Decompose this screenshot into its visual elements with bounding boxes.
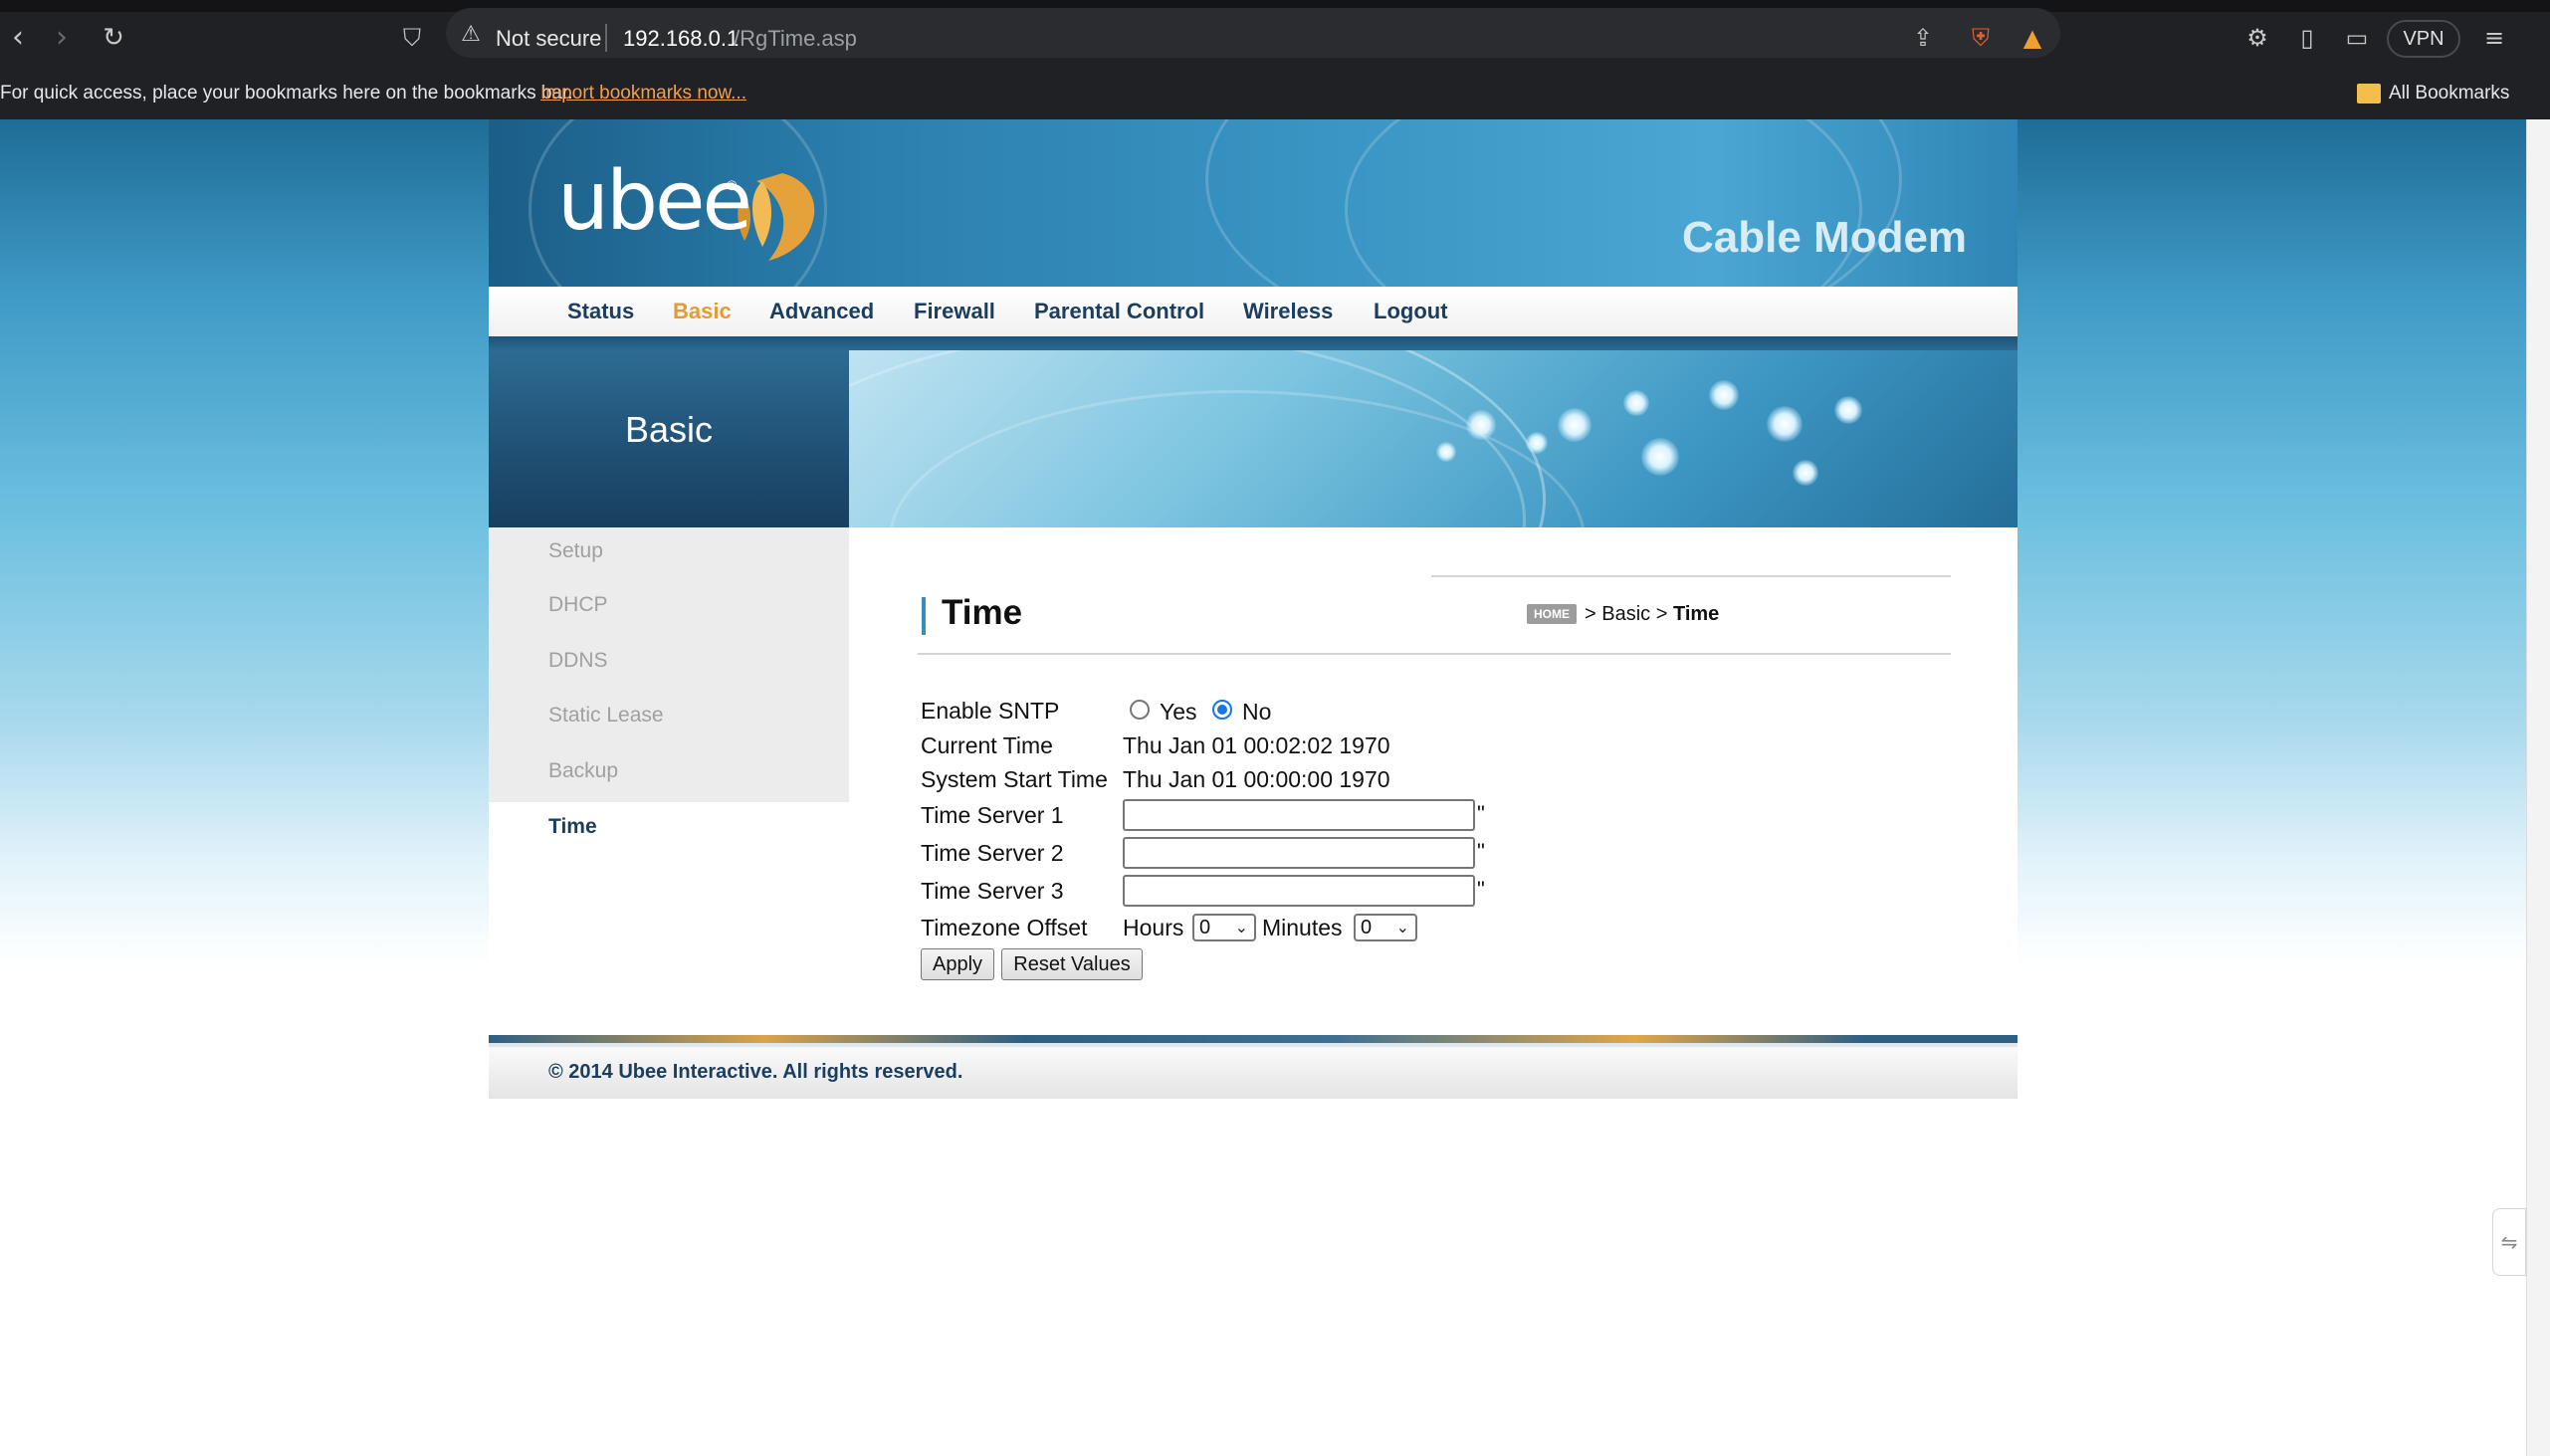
chevron-down-icon: ⌄	[1395, 918, 1409, 936]
sidebar-item-static-lease[interactable]: Static Lease	[548, 701, 664, 730]
back-icon[interactable]: ‹	[0, 20, 36, 56]
footer-stripe	[489, 1035, 2018, 1043]
sidebar-item-time[interactable]: Time	[548, 812, 597, 842]
time-server-2-mark: "	[1477, 839, 1485, 864]
time-server-3-input[interactable]	[1123, 875, 1475, 907]
side-panel-handle-icon[interactable]: ⇋	[2492, 1208, 2526, 1276]
minutes-select-value: 0	[1361, 917, 1373, 938]
nav-parental-control[interactable]: Parental Control	[1034, 297, 1204, 326]
breadcrumb: > Basic > Time	[1585, 600, 1719, 628]
rewards-icon[interactable]: ▲	[2015, 20, 2050, 56]
breadcrumb-current: Time	[1672, 603, 1720, 625]
hours-select-value: 0	[1199, 917, 1211, 938]
nav-underline-bar	[489, 336, 2018, 350]
section-title: Basic	[624, 409, 714, 450]
breadcrumb-separator: >	[1585, 603, 1596, 625]
hours-select[interactable]: 0 ⌄	[1192, 914, 1256, 941]
time-server-1-input[interactable]	[1123, 799, 1475, 831]
forward-icon[interactable]: ›	[44, 20, 80, 56]
bookmark-icon[interactable]: ⛉	[394, 20, 430, 56]
home-icon[interactable]: HOME	[1527, 604, 1577, 624]
warning-icon[interactable]: ⚠	[458, 22, 484, 48]
current-time-label: Current Time	[921, 732, 1053, 758]
time-server-2-input[interactable]	[1123, 837, 1475, 869]
security-label[interactable]: Not secure	[496, 26, 601, 52]
sntp-yes-radio[interactable]	[1130, 700, 1150, 720]
sidebar-item-dhcp[interactable]: DHCP	[548, 590, 608, 620]
reload-icon[interactable]: ↻	[96, 20, 131, 56]
reset-values-button[interactable]: Reset Values	[1001, 948, 1143, 980]
title-divider	[918, 653, 1951, 655]
all-bookmarks-button[interactable]: All Bookmarks	[2389, 80, 2509, 107]
apply-button[interactable]: Apply	[921, 948, 994, 980]
sntp-yes-label: Yes	[1160, 699, 1197, 725]
current-time-value: Thu Jan 01 00:02:02 1970	[1123, 732, 1390, 758]
url-path[interactable]: /RgTime.asp	[734, 26, 857, 52]
timezone-offset-label: Timezone Offset	[921, 915, 1088, 940]
brave-shield-icon[interactable]: ⛨	[1963, 20, 1999, 56]
menu-icon[interactable]: ≡	[2476, 20, 2512, 56]
breadcrumb-divider	[1431, 575, 1951, 577]
time-server-3-mark: "	[1477, 877, 1485, 902]
time-server-1-mark: "	[1477, 801, 1485, 826]
time-server-3-label: Time Server 3	[921, 878, 1064, 904]
nav-advanced[interactable]: Advanced	[769, 297, 874, 326]
hours-label: Hours	[1123, 915, 1184, 940]
nav-logout[interactable]: Logout	[1374, 297, 1448, 326]
url-separator	[605, 24, 607, 52]
vpn-button[interactable]: VPN	[2387, 20, 2460, 58]
sidebar-active-background	[489, 802, 849, 858]
sidebar	[489, 527, 849, 802]
footer-copyright: © 2014 Ubee Interactive. All rights rese…	[548, 1061, 963, 1083]
time-server-2-label: Time Server 2	[921, 840, 1064, 866]
chevron-down-icon: ⌄	[1234, 918, 1248, 936]
system-start-time-value: Thu Jan 01 00:00:00 1970	[1123, 766, 1390, 792]
breadcrumb-separator: >	[1655, 603, 1668, 625]
extensions-icon[interactable]: ⚙	[2239, 20, 2275, 56]
sidebar-item-setup[interactable]: Setup	[548, 536, 603, 566]
system-start-time-label: System Start Time	[921, 766, 1108, 792]
nav-wireless[interactable]: Wireless	[1243, 297, 1333, 326]
logo-text: ubee	[557, 154, 752, 249]
bookmarks-message: For quick access, place your bookmarks h…	[0, 83, 573, 104]
sidebar-icon[interactable]: ▯	[2289, 20, 2325, 56]
minutes-select[interactable]: 0 ⌄	[1354, 914, 1417, 941]
url-host[interactable]: 192.168.0.1	[623, 26, 739, 52]
share-icon[interactable]: ⇪	[1905, 20, 1941, 56]
sntp-no-label: No	[1242, 699, 1272, 725]
wallet-icon[interactable]: ▭	[2339, 20, 2375, 56]
minutes-label: Minutes	[1262, 915, 1343, 940]
nav-status[interactable]: Status	[567, 297, 634, 326]
import-bookmarks-link[interactable]: Import bookmarks now...	[540, 80, 746, 107]
time-server-1-label: Time Server 1	[921, 802, 1064, 828]
world-map-banner	[849, 350, 2018, 527]
logo-registered-mark: ®	[727, 177, 738, 193]
scrollbar[interactable]	[2526, 119, 2550, 1456]
folder-icon[interactable]	[2357, 84, 2381, 104]
title-accent-bar	[922, 597, 926, 635]
product-title: Cable Modem	[1682, 213, 1968, 262]
nav-basic[interactable]: Basic	[673, 297, 732, 326]
enable-sntp-label: Enable SNTP	[921, 698, 1060, 724]
sidebar-item-ddns[interactable]: DDNS	[548, 646, 608, 676]
page-title: Time	[942, 593, 1023, 632]
sidebar-item-backup[interactable]: Backup	[548, 756, 618, 786]
sntp-no-radio[interactable]	[1212, 700, 1232, 720]
nav-firewall[interactable]: Firewall	[914, 297, 995, 326]
breadcrumb-section[interactable]: Basic	[1601, 603, 1650, 625]
